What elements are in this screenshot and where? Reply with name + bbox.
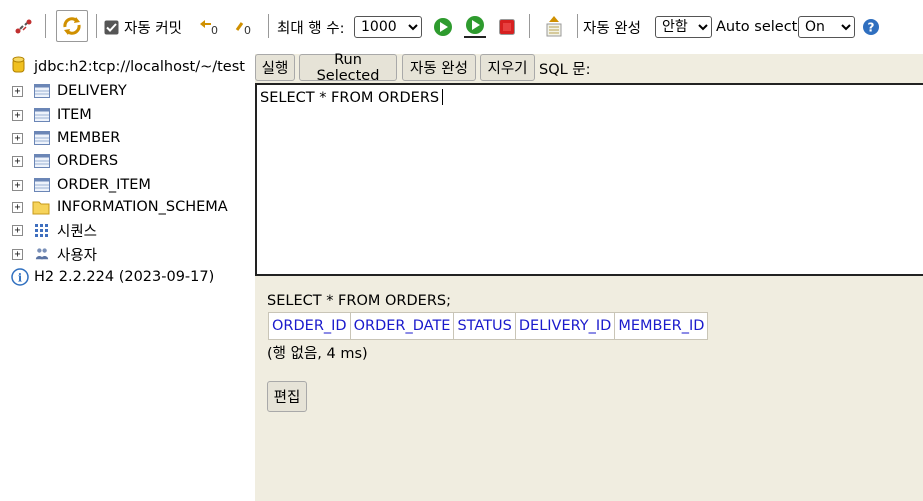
column-header[interactable]: ORDER_ID: [268, 312, 351, 340]
column-header[interactable]: ORDER_DATE: [349, 312, 455, 340]
expand-icon[interactable]: +: [12, 179, 23, 191]
table-label: DELIVERY: [57, 83, 127, 99]
version-label: H2 2.2.224 (2023-09-17): [34, 269, 215, 285]
table-label: ORDERS: [57, 153, 119, 169]
auto-select-label: Auto select: [716, 19, 798, 35]
expand-icon[interactable]: +: [12, 109, 23, 121]
clear-button[interactable]: 지우기: [480, 54, 535, 81]
auto-select-select[interactable]: On: [798, 16, 855, 38]
run-selected-button[interactable]: Run Selected: [299, 52, 397, 84]
table-label: ITEM: [57, 107, 92, 123]
users-label: 사용자: [57, 247, 98, 264]
table-icon: [34, 154, 50, 168]
result-header-row: ORDER_ID ORDER_DATE STATUS DELIVERY_ID M…: [268, 312, 709, 340]
disconnect-icon[interactable]: [14, 0, 34, 54]
sequence-icon: [35, 224, 48, 237]
tree-sequences[interactable]: + 시퀀스: [0, 219, 255, 241]
expand-icon[interactable]: +: [12, 248, 23, 260]
run-icon[interactable]: [433, 0, 453, 54]
expand-icon[interactable]: +: [12, 132, 23, 144]
sql-label: SQL 문:: [539, 62, 591, 78]
table-icon: [34, 131, 50, 145]
column-header[interactable]: STATUS: [453, 312, 516, 340]
refresh-icon[interactable]: [56, 10, 88, 42]
rollback-icon[interactable]: 0: [197, 0, 219, 54]
stop-icon[interactable]: [499, 0, 515, 54]
commit-icon[interactable]: 0: [234, 0, 256, 54]
connection-node[interactable]: jdbc:h2:tcp://localhost/~/test: [0, 56, 255, 78]
folder-icon: [32, 201, 50, 215]
edit-button[interactable]: 편집: [267, 381, 307, 412]
connection-url: jdbc:h2:tcp://localhost/~/test: [34, 59, 245, 75]
result-sql: SELECT * FROM ORDERS;: [267, 293, 451, 309]
help-icon[interactable]: ?: [862, 0, 880, 54]
tree-schema-information[interactable]: + INFORMATION_SCHEMA: [0, 196, 255, 218]
expand-icon[interactable]: +: [12, 155, 23, 167]
table-icon: [34, 178, 50, 192]
autocomplete-select[interactable]: 안함: [655, 16, 712, 38]
run-selected-icon[interactable]: [464, 0, 486, 54]
query-panel: 실행 Run Selected 자동 완성 지우기 SQL 문: SELECT …: [255, 52, 923, 501]
svg-text:i: i: [18, 272, 22, 285]
svg-text:0: 0: [211, 24, 218, 36]
history-icon[interactable]: [545, 0, 563, 54]
schema-tree: jdbc:h2:tcp://localhost/~/test + DELIVER…: [0, 54, 255, 501]
checkbox-checked-icon[interactable]: [104, 20, 119, 35]
max-rows-select[interactable]: 1000: [354, 16, 422, 38]
expand-icon[interactable]: +: [12, 224, 23, 236]
tree-table-member[interactable]: + MEMBER: [0, 127, 255, 149]
sql-editor[interactable]: SELECT * FROM ORDERS: [255, 83, 923, 276]
rows-info: (행 없음, 4 ms): [267, 346, 368, 362]
table-label: ORDER_ITEM: [57, 177, 151, 193]
tree-table-delivery[interactable]: + DELIVERY: [0, 80, 255, 102]
result-table: ORDER_ID ORDER_DATE STATUS DELIVERY_ID M…: [268, 312, 709, 340]
autocomplete-button[interactable]: 자동 완성: [402, 54, 476, 81]
autocomplete-label: 자동 완성: [583, 20, 641, 37]
users-icon: [35, 248, 49, 260]
column-header[interactable]: DELIVERY_ID: [514, 312, 616, 340]
toolbar: 자동 커밋 0 0 최대 행 수: 1000 자동 완성 안함 Auto sel…: [0, 0, 923, 54]
table-label: MEMBER: [57, 130, 121, 146]
column-header[interactable]: MEMBER_ID: [614, 312, 709, 340]
info-icon: i: [11, 268, 29, 286]
max-rows-label: 최대 행 수:: [277, 20, 345, 37]
auto-commit-checkbox[interactable]: [104, 0, 119, 54]
tree-users[interactable]: + 사용자: [0, 243, 255, 265]
auto-commit-label: 자동 커밋: [124, 20, 182, 37]
expand-icon[interactable]: +: [12, 201, 23, 213]
text-caret: [442, 89, 444, 105]
svg-text:?: ?: [868, 21, 875, 35]
schema-label: INFORMATION_SCHEMA: [57, 199, 228, 215]
tree-table-order-item[interactable]: + ORDER_ITEM: [0, 174, 255, 196]
run-button[interactable]: 실행: [255, 54, 295, 81]
tree-table-item[interactable]: + ITEM: [0, 104, 255, 126]
database-icon: [12, 56, 25, 78]
tree-version: i H2 2.2.224 (2023-09-17): [0, 266, 255, 288]
svg-text:0: 0: [244, 24, 251, 36]
table-icon: [34, 108, 50, 122]
sequences-label: 시퀀스: [57, 223, 98, 240]
tree-table-orders[interactable]: + ORDERS: [0, 150, 255, 172]
table-icon: [34, 84, 50, 98]
expand-icon[interactable]: +: [12, 85, 23, 97]
sql-editor-text: SELECT * FROM ORDERS: [260, 90, 440, 106]
